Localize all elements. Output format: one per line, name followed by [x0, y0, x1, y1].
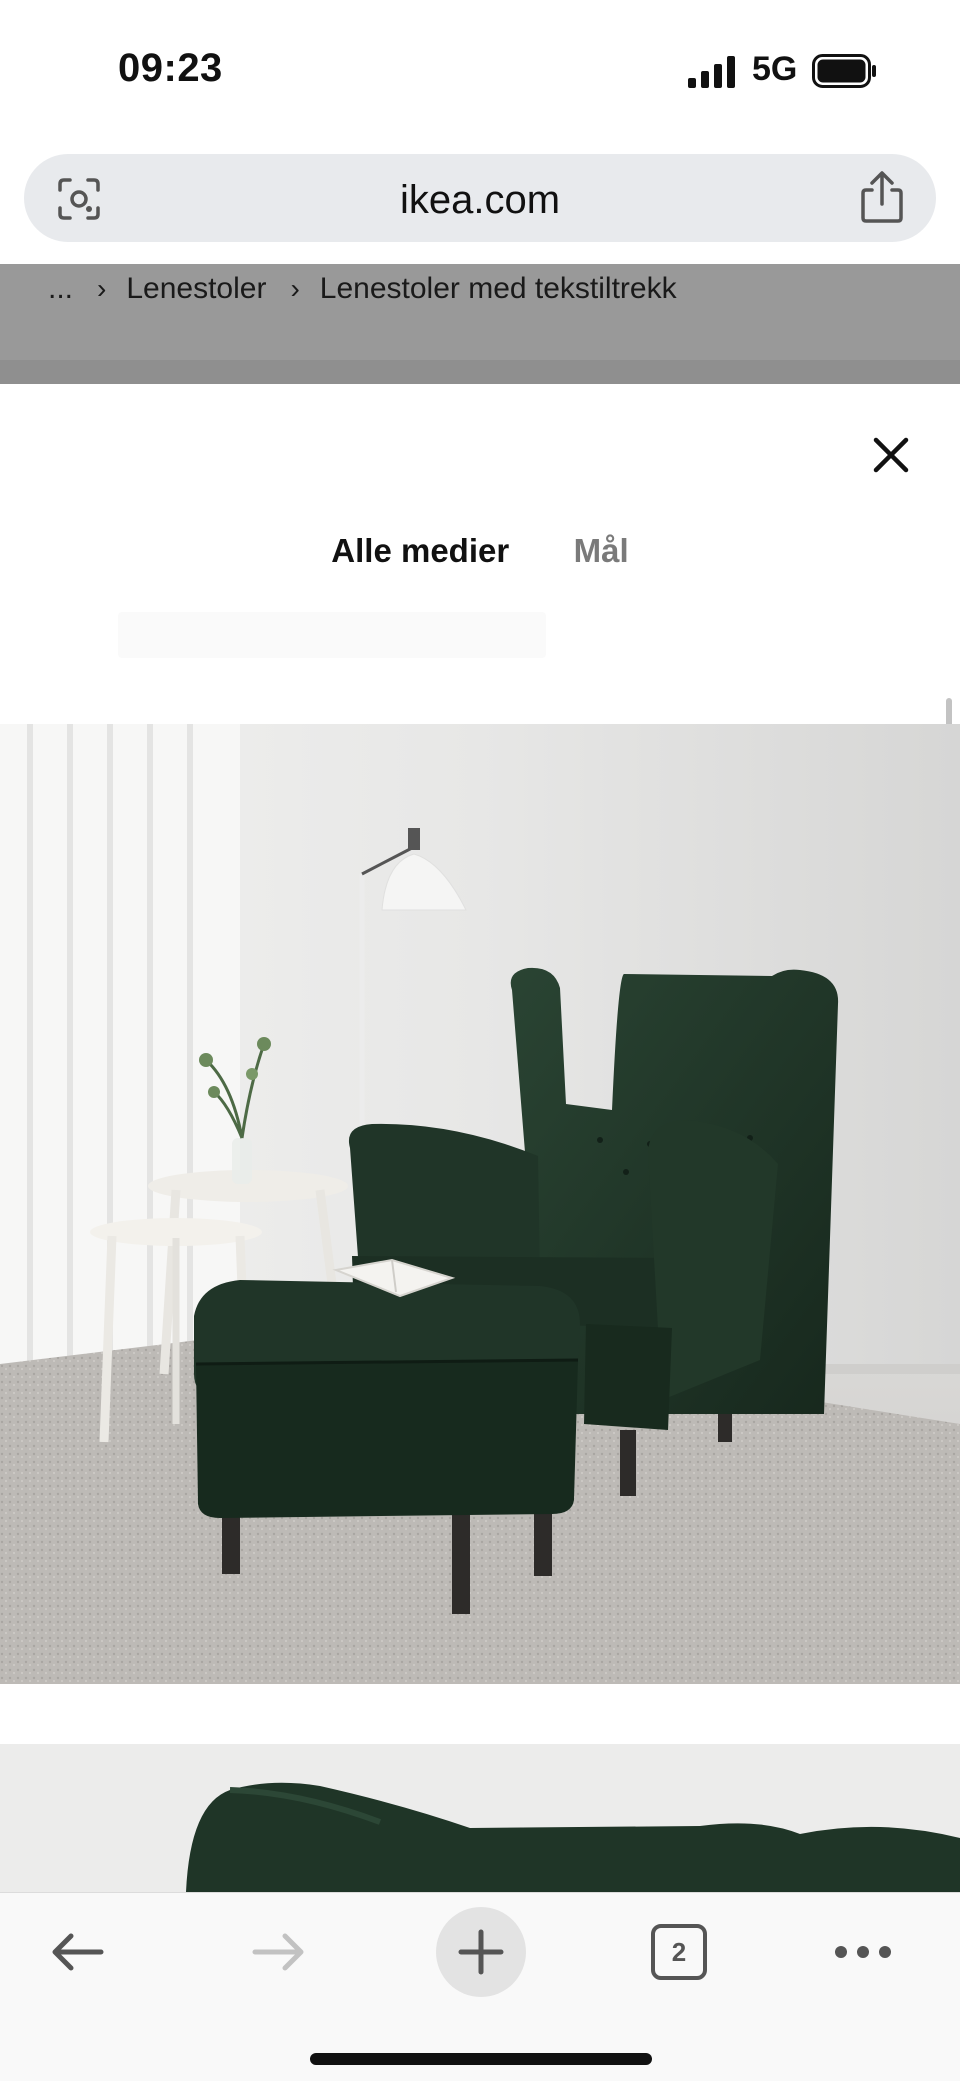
- product-image-armchair-detail[interactable]: [0, 1744, 960, 1892]
- new-tab-button[interactable]: [436, 1907, 526, 1997]
- tab-all-media[interactable]: Alle medier: [331, 532, 509, 570]
- home-indicator[interactable]: [310, 2053, 652, 2065]
- url-text[interactable]: ikea.com: [24, 178, 936, 223]
- chevron-right-icon: ›: [290, 273, 300, 304]
- cellular-signal-icon: [688, 56, 735, 88]
- media-tabs: Alle medier Mål: [0, 532, 960, 570]
- armchair-detail-scene: [0, 1744, 960, 1892]
- backdrop-strip: [0, 360, 960, 384]
- more-button[interactable]: [818, 1907, 908, 1997]
- new-tab-plus-icon: [458, 1929, 504, 1975]
- browser-toolbar: 2: [0, 1892, 960, 2081]
- tab-dimensions[interactable]: Mål: [574, 532, 629, 570]
- breadcrumb: ... › Lenestoler › Lenestoler med teksti…: [48, 264, 677, 314]
- status-time: 09:23: [118, 46, 223, 90]
- media-modal: Alle medier Mål: [0, 384, 960, 1892]
- more-icon: [835, 1946, 891, 1958]
- battery-icon: [812, 54, 876, 88]
- armchair-scene: [0, 724, 960, 1684]
- chevron-right-icon: ›: [97, 273, 107, 304]
- page-backdrop: ... › Lenestoler › Lenestoler med teksti…: [0, 264, 960, 384]
- network-type: 5G: [752, 50, 798, 88]
- breadcrumb-ellipsis[interactable]: ...: [48, 272, 73, 306]
- share-icon[interactable]: [858, 170, 906, 224]
- tabs-icon: 2: [651, 1924, 707, 1980]
- product-image-armchair[interactable]: [0, 724, 960, 1684]
- breadcrumb-item-textile[interactable]: Lenestoler med tekstiltrekk: [320, 272, 677, 306]
- back-arrow-icon: [52, 1933, 104, 1971]
- forward-button[interactable]: [234, 1907, 324, 1997]
- close-icon[interactable]: [866, 430, 916, 480]
- loading-placeholder: [118, 612, 546, 658]
- back-button[interactable]: [32, 1907, 122, 1997]
- breadcrumb-item-lenestoler[interactable]: Lenestoler: [126, 272, 266, 306]
- address-bar[interactable]: ikea.com: [24, 154, 936, 242]
- status-bar: 09:23 5G: [0, 0, 960, 140]
- forward-arrow-icon: [252, 1933, 304, 1971]
- tabs-button[interactable]: 2: [634, 1907, 724, 1997]
